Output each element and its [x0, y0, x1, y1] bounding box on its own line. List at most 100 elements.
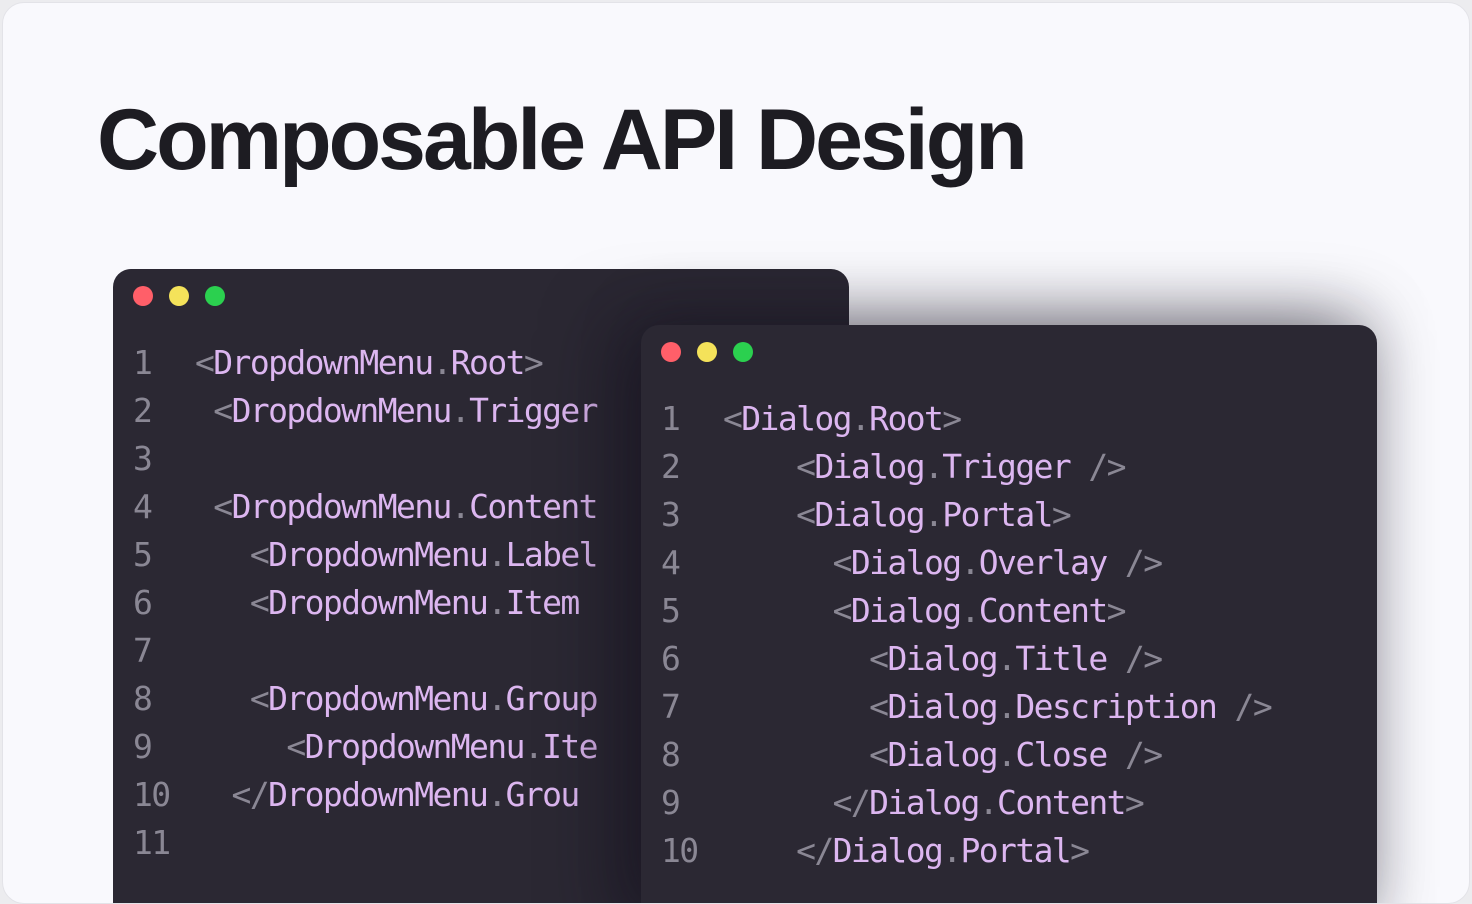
tag-close: > [1124, 783, 1145, 822]
code-line: 8 <Dialog.Close /> [661, 731, 1271, 779]
code-line: 8 <DropdownMenu.Group [133, 675, 599, 723]
tag-close: /> [1216, 687, 1273, 726]
line-number: 1 [133, 343, 153, 382]
component-name: Dialog [741, 399, 852, 438]
tag-open: < [723, 399, 743, 438]
component-part: Content [997, 783, 1126, 822]
member-dot: . [923, 495, 944, 534]
component-name: DropdownMenu [268, 679, 489, 718]
component-part: Item [505, 583, 581, 622]
line-number: 5 [661, 591, 681, 630]
code-line: 4 <Dialog.Overlay /> [661, 539, 1271, 587]
component-part: Content [978, 591, 1108, 630]
tag-open: < [286, 727, 306, 766]
dialog-code-window: 1 <Dialog.Root> 2 <Dialog.Trigger /> 3 <Dia… [641, 325, 1377, 903]
member-dot: . [487, 583, 507, 622]
member-dot: . [487, 679, 507, 718]
member-dot: . [432, 343, 453, 382]
member-dot: . [450, 487, 471, 526]
member-dot: . [978, 783, 999, 822]
line-number: 4 [133, 487, 153, 526]
tag-close: /> [1070, 447, 1126, 486]
tag-open: < [832, 591, 853, 630]
code-line: 3 <Dialog.Portal> [661, 491, 1271, 539]
line-number: 6 [661, 639, 681, 678]
tag-open: </ [796, 831, 834, 870]
component-name: DropdownMenu [268, 535, 489, 574]
code-line: 3 [133, 435, 597, 483]
code-line: 4 <DropdownMenu.Content [133, 483, 599, 531]
line-number: 11 [133, 823, 171, 862]
line-number: 6 [133, 583, 153, 622]
line-number: 10 [133, 775, 171, 814]
tag-open: < [249, 679, 270, 718]
code-line: 9 <DropdownMenu.Ite [133, 723, 599, 771]
component-part: Overlay [978, 543, 1108, 582]
code-line: 2 <DropdownMenu.Trigger [133, 387, 599, 435]
component-name: Dialog [850, 591, 962, 630]
component-name: DropdownMenu [231, 391, 453, 430]
line-number: 10 [661, 831, 699, 870]
code-line: 10 </DropdownMenu.Grou [133, 771, 597, 819]
component-part: Close [1015, 735, 1108, 774]
component-part: Portal [942, 495, 1053, 534]
line-number: 8 [133, 679, 153, 718]
component-part: Root [869, 399, 944, 438]
tag-open: < [249, 535, 270, 574]
page-title: Composable API Design [97, 92, 1028, 188]
tag-open: < [869, 735, 889, 774]
code-line: 1 <Dialog.Root> [661, 395, 1271, 443]
component-part: Content [469, 487, 598, 526]
component-part: Label [505, 535, 599, 574]
member-dot: . [450, 391, 471, 430]
component-name: Dialog [869, 783, 980, 822]
component-part: Ite [542, 727, 598, 766]
tag-open: < [249, 583, 270, 622]
line-number: 9 [133, 727, 153, 766]
tag-open: < [869, 639, 889, 678]
component-name: DropdownMenu [304, 727, 526, 766]
window-controls [133, 286, 225, 306]
code-line: 5 <Dialog.Content> [661, 587, 1271, 635]
component-name: Dialog [814, 495, 925, 534]
code-line: 6 <DropdownMenu.Item [133, 579, 597, 627]
component-part: Portal [960, 831, 1072, 870]
line-number: 8 [661, 735, 681, 774]
maximize-dot-icon [205, 286, 225, 306]
line-number: 4 [661, 543, 681, 582]
tag-close: > [1070, 831, 1090, 870]
code-line: 5 <DropdownMenu.Label [133, 531, 599, 579]
code-line: 6 <Dialog.Title /> [661, 635, 1271, 683]
tag-open: < [796, 495, 816, 534]
tag-close: /> [1106, 639, 1163, 678]
component-name: DropdownMenu [268, 775, 489, 814]
component-name: DropdownMenu [213, 343, 434, 382]
tag-open: </ [231, 775, 270, 814]
code-line: 7 <Dialog.Description /> [661, 683, 1273, 731]
code-line: 9 </Dialog.Content> [661, 779, 1271, 827]
member-dot: . [523, 727, 544, 766]
tag-open: < [213, 391, 233, 430]
code-line: 7 [133, 627, 597, 675]
tag-close: /> [1106, 735, 1163, 774]
member-dot: . [923, 447, 944, 486]
component-name: Dialog [814, 447, 925, 486]
minimize-dot-icon [697, 342, 717, 362]
maximize-dot-icon [733, 342, 753, 362]
code-line: 1 <DropdownMenu.Root> [133, 339, 597, 387]
line-number: 7 [133, 631, 153, 670]
tag-open: < [832, 543, 853, 582]
tag-close: > [1106, 591, 1127, 630]
